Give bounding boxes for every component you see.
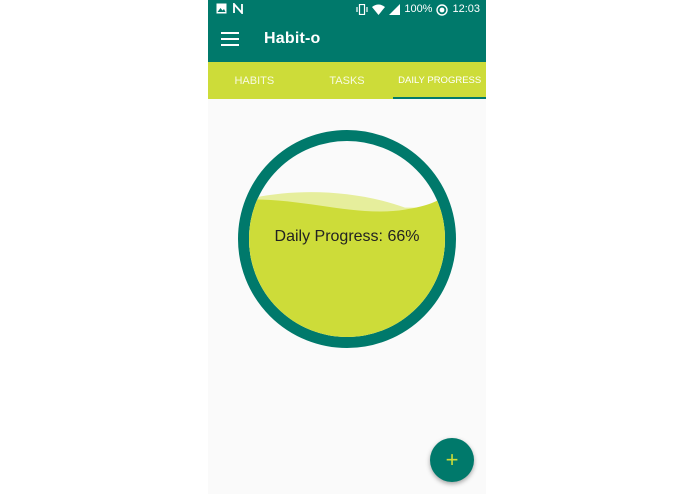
tab-tasks[interactable]: TASKS [301,62,394,99]
tab-daily-progress[interactable]: DAILY PROGRESS [393,62,486,99]
progress-label: Daily Progress: 66% [274,228,420,245]
daily-progress-gauge: Daily Progress: 66% [238,130,456,348]
signal-icon [389,4,401,15]
app-title: Habit-o [264,30,321,47]
phone-screen: 100% 12:03 Habit-o HABITS TASKS DAILY PR… [208,0,486,494]
status-bar: 100% 12:03 [208,0,486,19]
sync-icon [436,3,449,16]
image-icon [216,3,227,14]
battery-text: 100% [404,3,433,15]
tab-bar: HABITS TASKS DAILY PROGRESS [208,62,486,99]
add-button[interactable]: + [430,438,474,482]
vibrate-icon [356,4,368,15]
tab-habits[interactable]: HABITS [208,62,301,99]
app-bar: Habit-o [208,19,486,62]
add-icon: + [445,447,459,472]
n-icon [233,3,243,14]
wifi-icon [372,4,386,15]
clock: 12:03 [452,3,480,15]
menu-icon[interactable] [221,32,239,48]
